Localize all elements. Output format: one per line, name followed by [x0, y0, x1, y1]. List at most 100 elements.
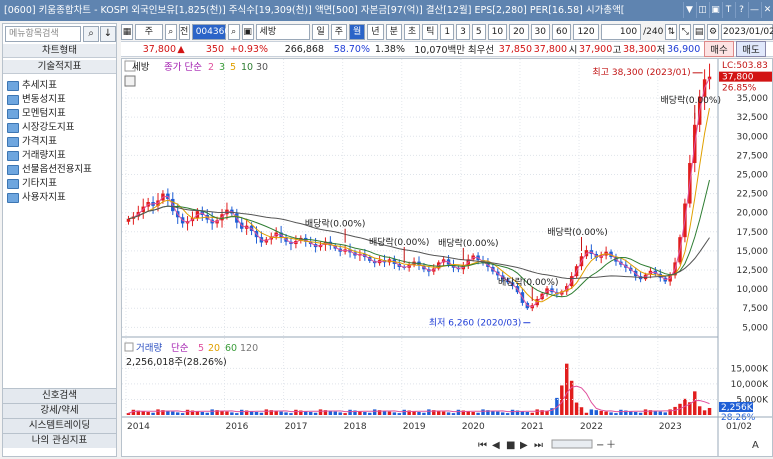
prev-icon[interactable]: ◀ — [492, 440, 500, 451]
close-icon[interactable]: ✕ — [761, 2, 773, 18]
help-icon[interactable]: ? — [735, 2, 747, 18]
tree-item-volume[interactable]: 거래량지표 — [7, 149, 115, 163]
period-day[interactable]: 일 — [312, 23, 329, 40]
save-icon[interactable]: ▤ — [693, 23, 706, 40]
play-icon[interactable]: ▶ — [520, 440, 528, 451]
system-trading-button[interactable]: 시스템트레이딩 — [3, 418, 116, 433]
volume-bar — [614, 413, 618, 415]
num-120[interactable]: 120 — [573, 23, 599, 40]
volume-bar — [289, 413, 293, 415]
dropdown-icon[interactable]: ▼ — [683, 2, 695, 18]
display-count-input[interactable]: 100 — [600, 23, 642, 40]
num-60[interactable]: 60 — [551, 23, 572, 40]
zoom-out-icon[interactable]: − — [596, 440, 604, 451]
folder-icon — [7, 179, 19, 189]
period-month[interactable]: 월 — [349, 23, 366, 40]
ask-price: 37,850 — [498, 43, 532, 55]
zoom-in-icon[interactable]: ＋ — [606, 440, 616, 451]
text-size-icon[interactable]: A — [752, 440, 759, 451]
volume-bar — [496, 411, 500, 415]
stop-icon[interactable]: ■ — [506, 440, 515, 451]
signal-search-button[interactable]: 신호검색 — [3, 388, 116, 403]
chart-svg[interactable]: 5,000 7,500 10,000 12,500 15,000 17,500 20,000… — [122, 59, 772, 456]
tech-indicator-header[interactable]: 기술적지표 — [3, 60, 116, 74]
volume-bar — [151, 412, 155, 415]
period-second[interactable]: 초 — [403, 23, 421, 40]
low-annotation: 최저 6,260 (2020/03) — [429, 318, 521, 329]
period-tick[interactable]: 틱 — [422, 23, 439, 40]
down-arrow-icon[interactable]: ↓ — [100, 26, 116, 42]
period-week[interactable]: 주 — [330, 23, 348, 40]
chart-tool-icon[interactable]: ⇅ — [665, 23, 678, 40]
tree-item-futures[interactable]: 선물옵션전용지표 — [7, 163, 115, 177]
volume-bar — [126, 413, 131, 415]
period-minute[interactable]: 분 — [385, 23, 402, 40]
num-20[interactable]: 20 — [509, 23, 529, 40]
period-year[interactable]: 년 — [367, 23, 384, 40]
stock-code-input[interactable]: 004360 — [191, 23, 230, 40]
num-5[interactable]: 5 — [471, 23, 486, 40]
num-10[interactable]: 10 — [487, 23, 508, 40]
tree-item-price[interactable]: 가격지표 — [7, 135, 115, 149]
chart-type-header[interactable]: 차트형태 — [3, 44, 116, 58]
num-3[interactable]: 3 — [456, 23, 470, 40]
tree-item-volatility[interactable]: 변동성지표 — [7, 93, 115, 107]
volume-bar — [363, 412, 367, 415]
volume-current: 2,256,018주(28.26%) — [126, 357, 227, 368]
scroll-slider[interactable] — [551, 439, 593, 449]
volume-last-label: 2,256K — [721, 403, 754, 413]
num-30[interactable]: 30 — [530, 23, 550, 40]
dividend-label: 배당락(0.00%) — [305, 218, 365, 230]
menu-search-input[interactable]: 메뉴항목검색 — [5, 26, 81, 42]
num-1[interactable]: 1 — [440, 23, 455, 40]
unit-select[interactable]: 주 — [134, 23, 163, 40]
volume-bar — [604, 411, 608, 415]
volume-bar — [156, 409, 160, 415]
minimize-icon[interactable]: — — [748, 2, 760, 18]
volume-bar — [619, 409, 623, 415]
volume-tick-label: 15,000K — [731, 364, 769, 374]
lock-icon[interactable]: ▣ — [241, 23, 254, 40]
first-icon[interactable]: ⏮ — [478, 440, 487, 451]
zoom-icon[interactable]: ⤡ — [679, 23, 692, 40]
volume-bar — [387, 411, 392, 415]
sell-button[interactable]: 매도 — [736, 41, 766, 57]
text-icon[interactable]: T — [722, 2, 734, 18]
volume-bar — [427, 409, 431, 415]
y-tick-label: 20,000 — [737, 209, 769, 219]
code-search-icon[interactable]: ⌕ — [164, 23, 177, 40]
title-bar: [0600] 키움종합차트 - KOSPI 외국인보유[1,825(천)] 주식… — [0, 0, 773, 21]
grid-icon[interactable]: ▣ — [709, 2, 721, 18]
chart-area[interactable]: 5,000 7,500 10,000 12,500 15,000 17,500 20,000… — [121, 58, 773, 457]
volume-ratio: 58.70% — [333, 43, 370, 55]
legend-ma-2: 2 — [208, 62, 214, 73]
volume-checkbox[interactable] — [124, 342, 134, 352]
y-tick-label: 15,000 — [737, 247, 769, 257]
volume-bar — [205, 412, 209, 415]
volume-bar — [284, 412, 288, 415]
layout-icon[interactable]: ◫ — [696, 2, 708, 18]
legend-ma-10: 10 — [241, 62, 253, 73]
tree-item-user[interactable]: 사용자지표 — [7, 191, 115, 205]
best-quote-label: 최우선 — [467, 45, 495, 56]
volume-bar — [180, 413, 185, 415]
strength-button[interactable]: 강세/약세 — [3, 403, 116, 418]
volume-bar — [638, 412, 643, 415]
settings-icon[interactable]: ⚙ — [707, 23, 719, 40]
buy-button[interactable]: 매수 — [704, 41, 734, 57]
stock-search-icon[interactable]: ⌕ — [227, 23, 240, 40]
volume-bar — [294, 409, 298, 415]
my-indicators-button[interactable]: 나의 관심지표 — [3, 433, 116, 448]
last-icon[interactable]: ⏭ — [534, 440, 543, 451]
panel-tool-icon[interactable] — [124, 75, 136, 87]
tree-item-market-strength[interactable]: 시장강도지표 — [7, 121, 115, 135]
date-input[interactable]: 2023/01/02 — [721, 23, 773, 40]
tree-item-momentum[interactable]: 모멘텀지표 — [7, 107, 115, 121]
grid-icon[interactable]: ▦ — [121, 23, 133, 40]
search-icon[interactable]: ⌕ — [83, 26, 99, 42]
volume-bar — [525, 412, 530, 415]
tree-item-etc[interactable]: 기타지표 — [7, 177, 115, 191]
tree-item-trend[interactable]: 추세지표 — [7, 79, 115, 93]
volume-bar — [707, 407, 712, 415]
volume-bar — [175, 412, 180, 415]
